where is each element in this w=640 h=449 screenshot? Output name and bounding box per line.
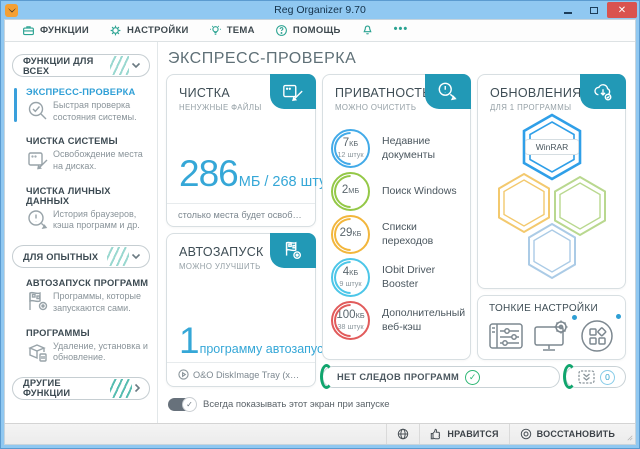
app-window: Reg Organizer 9.70 ✕ ФУНКЦИИ НАСТРОЙКИ Т… <box>0 0 640 449</box>
privacy-ring: 4КБ 9 штук <box>331 258 370 297</box>
tweaks-card[interactable]: ТОНКИЕ НАСТРОЙКИ <box>477 295 626 360</box>
window-title: Reg Organizer 9.70 <box>1 4 639 16</box>
tweaks-apps-button[interactable] <box>579 318 615 359</box>
lightbulb-icon <box>209 24 222 37</box>
autorun-item: O&O DiskImage Tray (x64) от O... <box>193 370 304 380</box>
chevron-down-icon <box>131 253 141 260</box>
statusbar: НРАВИТСЯ ВОССТАНОВИТЬ <box>5 423 635 444</box>
disk-clean-icon <box>26 148 50 172</box>
software-box-icon <box>26 340 50 364</box>
menubar: ФУНКЦИИ НАСТРОЙКИ ТЕМА ПОМОЩЬ ••• <box>5 20 635 42</box>
gear-icon <box>109 24 122 37</box>
privacy-clean-icon <box>26 208 50 232</box>
ignored-count-badge: 0 <box>600 370 615 385</box>
close-button[interactable]: ✕ <box>607 2 637 18</box>
ignored-items-pill[interactable]: 0 <box>565 366 626 388</box>
maximize-button[interactable] <box>581 2 607 18</box>
privacy-card[interactable]: ПРИВАТНОСТЬ МОЖНО ОЧИСТИТЬ 7КБ 12 штук Н… <box>322 74 471 360</box>
collapse-box-icon <box>578 370 595 384</box>
privacy-row[interactable]: 4КБ 9 штук IObit Driver Booster <box>331 256 464 299</box>
startup-toggle-label: Всегда показывать этот экран при запуске <box>203 399 389 410</box>
toggle-knob-check-icon: ✓ <box>182 397 197 412</box>
startup-toggle-row: ✓ Всегда показывать этот экран при запус… <box>168 398 389 411</box>
chevron-down-icon <box>131 62 141 69</box>
restore-button[interactable]: ВОССТАНОВИТЬ <box>509 424 625 444</box>
menu-help[interactable]: ПОМОЩЬ <box>266 20 350 41</box>
like-button[interactable]: НРАВИТСЯ <box>419 424 508 444</box>
sidebar-group-for-all[interactable]: ФУНКЦИИ ДЛЯ ВСЕХ <box>12 54 150 77</box>
play-circle-icon <box>178 369 189 380</box>
briefcase-icon <box>22 24 35 37</box>
ellipsis-icon: ••• <box>394 23 409 35</box>
race-flag-icon <box>26 290 50 314</box>
green-bracket-decoration <box>563 364 576 389</box>
cleanup-corner-icon <box>270 74 316 109</box>
bell-icon <box>361 24 374 37</box>
check-circle-icon: ✓ <box>465 370 480 385</box>
menu-settings[interactable]: НАСТРОЙКИ <box>100 20 198 41</box>
stripes-decoration <box>110 379 132 398</box>
privacy-corner-icon <box>425 74 471 109</box>
app-tiles-icon <box>579 318 615 354</box>
cleanup-size-value: 286 <box>179 155 238 192</box>
globe-icon <box>397 428 409 440</box>
updates-card[interactable]: ОБНОВЛЕНИЯ ДЛЯ 1 ПРОГРАММЫ WinRAR <box>477 74 626 289</box>
autorun-count-suffix: программу автозапуска <box>200 342 336 356</box>
titlebar: Reg Organizer 9.70 ✕ <box>1 1 639 19</box>
notification-dot <box>572 315 577 320</box>
privacy-ring: 100КБ 38 штук <box>331 301 370 340</box>
resize-grip[interactable] <box>625 424 635 444</box>
update-app-winrar[interactable]: WinRAR <box>525 139 579 155</box>
restore-icon <box>520 428 532 440</box>
cleanup-footer: столько места будет освобождено <box>178 210 304 220</box>
privacy-row[interactable]: 2МБ Поиск Windows <box>331 170 464 213</box>
cleanup-card[interactable]: ЧИСТКА НЕНУЖНЫЕ ФАЙЛЫ 286 МБ / 268 штук … <box>166 74 316 227</box>
sidebar-group-other[interactable]: ДРУГИЕ ФУНКЦИИ <box>12 377 150 400</box>
menu-more-button[interactable]: ••• <box>385 27 418 35</box>
card-title: ТОНКИЕ НАСТРОЙКИ <box>489 303 625 314</box>
tweaks-sliders-button[interactable] <box>488 320 524 357</box>
thumbs-up-icon <box>430 428 442 440</box>
privacy-row[interactable]: 100КБ 38 штук Дополнительный веб-кэш <box>331 299 464 342</box>
language-button[interactable] <box>386 424 419 444</box>
privacy-ring: 2МБ <box>331 172 370 211</box>
privacy-ring: 7КБ 12 штук <box>331 129 370 168</box>
stripes-decoration <box>107 247 129 266</box>
cleanup-size-suffix: МБ / 268 штук <box>239 174 333 190</box>
sidebar-item-private-data[interactable]: ЧИСТКА ЛИЧНЫХ ДАННЫХ История браузеров, … <box>5 186 157 232</box>
menu-functions[interactable]: ФУНКЦИИ <box>13 20 98 41</box>
traces-status-pill[interactable]: НЕТ СЛЕДОВ ПРОГРАММ ✓ <box>322 366 560 388</box>
updates-corner-icon <box>580 74 626 109</box>
tweaks-system-button[interactable] <box>533 319 571 358</box>
privacy-row[interactable]: 7КБ 12 штук Недавние документы <box>331 127 464 170</box>
page-title: ЭКСПРЕСС-ПРОВЕРКА <box>168 50 356 68</box>
privacy-ring: 29КБ <box>331 215 370 254</box>
minimize-button[interactable] <box>555 2 581 18</box>
green-bracket-decoration <box>320 364 333 389</box>
main-panel: ЭКСПРЕСС-ПРОВЕРКА ЧИСТКА НЕНУЖНЫЕ ФАЙЛЫ … <box>158 42 635 423</box>
sidebar-group-expert[interactable]: ДЛЯ ОПЫТНЫХ <box>12 245 150 268</box>
monitor-gear-icon <box>533 319 571 353</box>
autorun-card[interactable]: АВТОЗАПУСК МОЖНО УЛУЧШИТЬ 1 программу ав… <box>166 233 316 387</box>
magnifier-check-icon <box>26 99 50 123</box>
notification-dot <box>616 314 621 319</box>
sidebar: ФУНКЦИИ ДЛЯ ВСЕХ ЭКСПРЕСС-ПРОВЕРКА Быстр… <box>5 42 158 423</box>
privacy-list: 7КБ 12 штук Недавние документы 2МБ Поиск… <box>331 127 464 342</box>
autorun-corner-icon <box>270 233 316 268</box>
privacy-row[interactable]: 29КБ Списки переходов <box>331 213 464 256</box>
stripes-decoration <box>110 56 129 75</box>
sidebar-item-programs[interactable]: ПРОГРАММЫ Удаление, установка и обновлен… <box>5 328 157 364</box>
menu-theme[interactable]: ТЕМА <box>200 20 264 41</box>
sidebar-item-express-check[interactable]: ЭКСПРЕСС-ПРОВЕРКА Быстрая проверка состо… <box>5 87 157 123</box>
sidebar-item-system-cleanup[interactable]: ЧИСТКА СИСТЕМЫ Освобождение места на дис… <box>5 136 157 172</box>
autorun-count-value: 1 <box>179 322 199 359</box>
chevron-right-icon <box>134 383 141 393</box>
startup-toggle[interactable]: ✓ <box>168 398 196 411</box>
notifications-button[interactable] <box>352 24 383 37</box>
sidebar-item-autorun[interactable]: АВТОЗАПУСК ПРОГРАММ Программы, которые з… <box>5 278 157 314</box>
help-icon <box>275 24 288 37</box>
sliders-panel-icon <box>488 320 524 352</box>
